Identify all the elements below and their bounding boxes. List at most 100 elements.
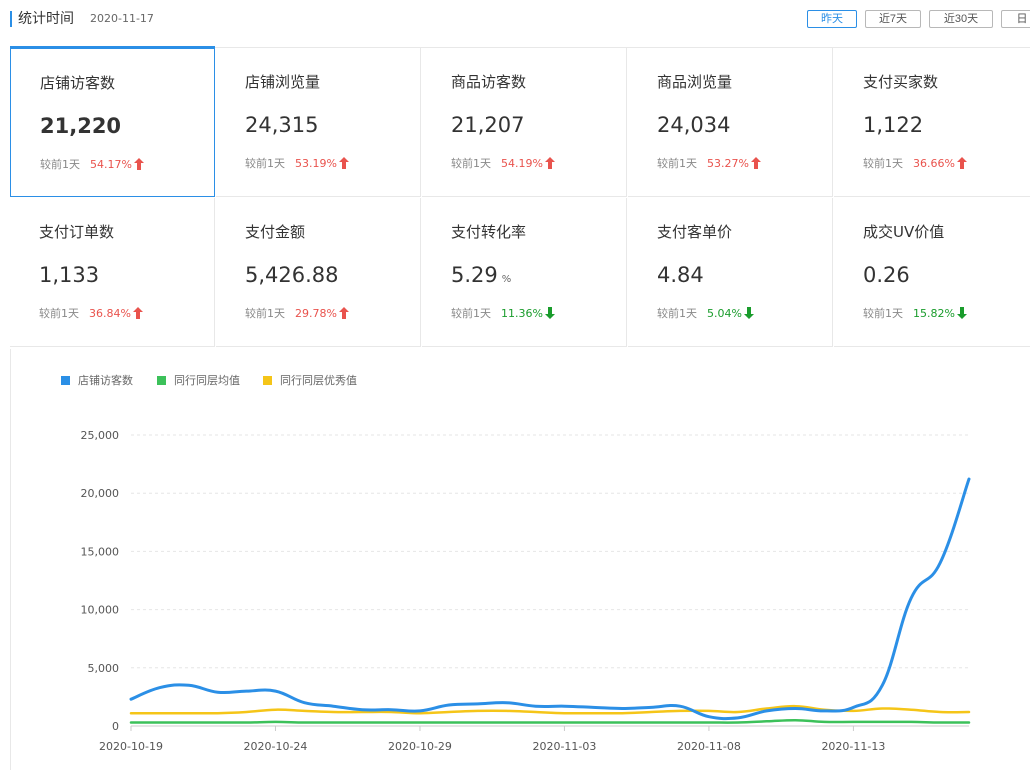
arrow-up-icon	[956, 157, 967, 174]
metric-compare: 较前1天 36.84%	[39, 306, 143, 324]
metric-card-pay-conversion-rate[interactable]: 支付转化率 5.29% 较前1天 11.36%	[422, 198, 627, 347]
arrow-down-icon	[743, 307, 754, 324]
header-accent-bar	[10, 11, 12, 27]
stats-time-title: 统计时间	[18, 11, 74, 27]
range-30days-button[interactable]: 近30天	[929, 10, 993, 28]
metric-value: 5,426.88	[245, 263, 339, 287]
x-tick-label: 2020-10-19	[99, 740, 163, 753]
compare-percent: 5.04%	[707, 307, 742, 320]
compare-label: 较前1天	[245, 157, 285, 170]
compare-percent: 54.19%	[501, 157, 543, 170]
metric-value-row: 5.29%	[451, 261, 511, 294]
arrow-down-icon	[544, 307, 555, 324]
compare-percent: 36.84%	[89, 307, 131, 320]
metric-value-row: 24,315	[245, 111, 318, 139]
metric-label: 成交UV价值	[863, 223, 945, 241]
dashboard: 统计时间 2020-11-17 昨天 近7天 近30天 日 店铺访客数 21,22…	[0, 0, 1030, 770]
metric-label: 商品访客数	[451, 73, 527, 91]
range-yesterday-button[interactable]: 昨天	[807, 10, 857, 28]
metrics-grid: 店铺访客数 21,220 较前1天 54.17% 店铺浏览量 24,315 较前1天 53.1…	[10, 46, 1030, 349]
metric-label: 支付买家数	[863, 73, 939, 91]
y-tick-label: 20,000	[81, 487, 120, 500]
arrow-up-icon	[544, 157, 555, 174]
metric-label: 店铺访客数	[40, 74, 116, 92]
metric-value: 5.29	[451, 263, 498, 287]
compare-label: 较前1天	[245, 307, 285, 320]
metric-card-product-pageviews[interactable]: 商品浏览量 24,034 较前1天 53.27%	[628, 48, 833, 197]
y-tick-label: 25,000	[81, 429, 120, 442]
metric-value: 1,133	[39, 263, 100, 287]
x-tick-label: 2020-11-13	[821, 740, 885, 753]
metric-value-row: 4.84	[657, 261, 704, 289]
metric-card-product-visitors[interactable]: 商品访客数 21,207 较前1天 54.19%	[422, 48, 627, 197]
metric-value-row: 21,220	[40, 112, 121, 140]
compare-label: 较前1天	[863, 157, 903, 170]
arrow-up-icon	[132, 307, 143, 324]
metric-value-row: 0.26	[863, 261, 910, 289]
metric-compare: 较前1天 5.04%	[657, 306, 754, 324]
metric-compare: 较前1天 11.36%	[451, 306, 555, 324]
arrow-up-icon	[338, 157, 349, 174]
metric-card-store-pageviews[interactable]: 店铺浏览量 24,315 较前1天 53.19%	[216, 48, 421, 197]
arrow-down-icon	[956, 307, 967, 324]
range-7days-button[interactable]: 近7天	[865, 10, 921, 28]
metric-value: 4.84	[657, 263, 704, 287]
metric-compare: 较前1天 15.82%	[863, 306, 967, 324]
y-tick-label: 0	[112, 720, 119, 733]
metric-value-row: 1,133	[39, 261, 99, 289]
trend-chart-svg: 0 5,000 10,000 15,000 20,000 25,000 2020-10-19…	[81, 429, 971, 753]
y-tick-label: 5,000	[88, 662, 120, 675]
stats-header: 统计时间 2020-11-17 昨天 近7天 近30天 日	[0, 0, 1030, 40]
trend-chart: 店铺访客数 同行同层均值 同行同层优秀值 0 5,000 10,000 15,000 20,…	[10, 349, 1030, 770]
x-tick-label: 2020-10-29	[388, 740, 452, 753]
metric-unit: %	[501, 274, 512, 285]
metric-value-row: 24,034	[657, 111, 730, 139]
metric-card-paid-amount[interactable]: 支付金额 5,426.88 较前1天 29.78%	[216, 198, 421, 347]
metric-label: 支付金额	[245, 223, 306, 241]
metric-card-paid-orders[interactable]: 支付订单数 1,133 较前1天 36.84%	[10, 198, 215, 347]
y-tick-label: 10,000	[81, 604, 120, 617]
x-tick-label: 2020-10-24	[244, 740, 308, 753]
stats-date: 2020-11-17	[90, 12, 154, 25]
metric-compare: 较前1天 29.78%	[245, 306, 349, 324]
compare-percent: 36.66%	[913, 157, 955, 170]
metric-value: 24,034	[657, 113, 731, 137]
compare-percent: 54.17%	[90, 158, 132, 171]
metric-value: 21,207	[451, 113, 525, 137]
series-line-store-visitors[interactable]	[129, 477, 971, 721]
metric-label: 支付客单价	[657, 223, 733, 241]
range-day-button[interactable]: 日	[1001, 10, 1030, 28]
metric-compare: 较前1天 53.27%	[657, 156, 761, 174]
metric-label: 支付转化率	[451, 223, 527, 241]
compare-percent: 29.78%	[295, 307, 337, 320]
compare-percent: 53.27%	[707, 157, 749, 170]
x-tick-label: 2020-11-03	[532, 740, 596, 753]
metric-value: 0.26	[863, 263, 910, 287]
metric-value-row: 21,207	[451, 111, 524, 139]
metric-card-paying-buyers[interactable]: 支付买家数 1,122 较前1天 36.66%	[834, 48, 1030, 197]
metric-value-row: 1,122	[863, 111, 923, 139]
metric-compare: 较前1天 53.19%	[245, 156, 349, 174]
compare-label: 较前1天	[657, 307, 697, 320]
compare-label: 较前1天	[451, 157, 491, 170]
arrow-up-icon	[338, 307, 349, 324]
metric-compare: 较前1天 36.66%	[863, 156, 967, 174]
compare-percent: 15.82%	[913, 307, 955, 320]
compare-label: 较前1天	[863, 307, 903, 320]
metric-value: 24,315	[245, 113, 319, 137]
compare-label: 较前1天	[40, 158, 80, 171]
metric-value: 21,220	[40, 114, 122, 138]
metric-card-avg-order-value[interactable]: 支付客单价 4.84 较前1天 5.04%	[628, 198, 833, 347]
metric-label: 商品浏览量	[657, 73, 733, 91]
metric-card-uv-value[interactable]: 成交UV价值 0.26 较前1天 15.82%	[834, 198, 1030, 347]
compare-percent: 11.36%	[501, 307, 543, 320]
metric-label: 店铺浏览量	[245, 73, 321, 91]
metric-value: 1,122	[863, 113, 924, 137]
metric-label: 支付订单数	[39, 223, 115, 241]
arrow-up-icon	[133, 158, 144, 175]
metric-card-store-visitors[interactable]: 店铺访客数 21,220 较前1天 54.17%	[10, 46, 215, 197]
compare-label: 较前1天	[39, 307, 79, 320]
metric-compare: 较前1天 54.17%	[40, 157, 144, 175]
compare-label: 较前1天	[451, 307, 491, 320]
series-line-peer-average[interactable]	[129, 718, 971, 724]
